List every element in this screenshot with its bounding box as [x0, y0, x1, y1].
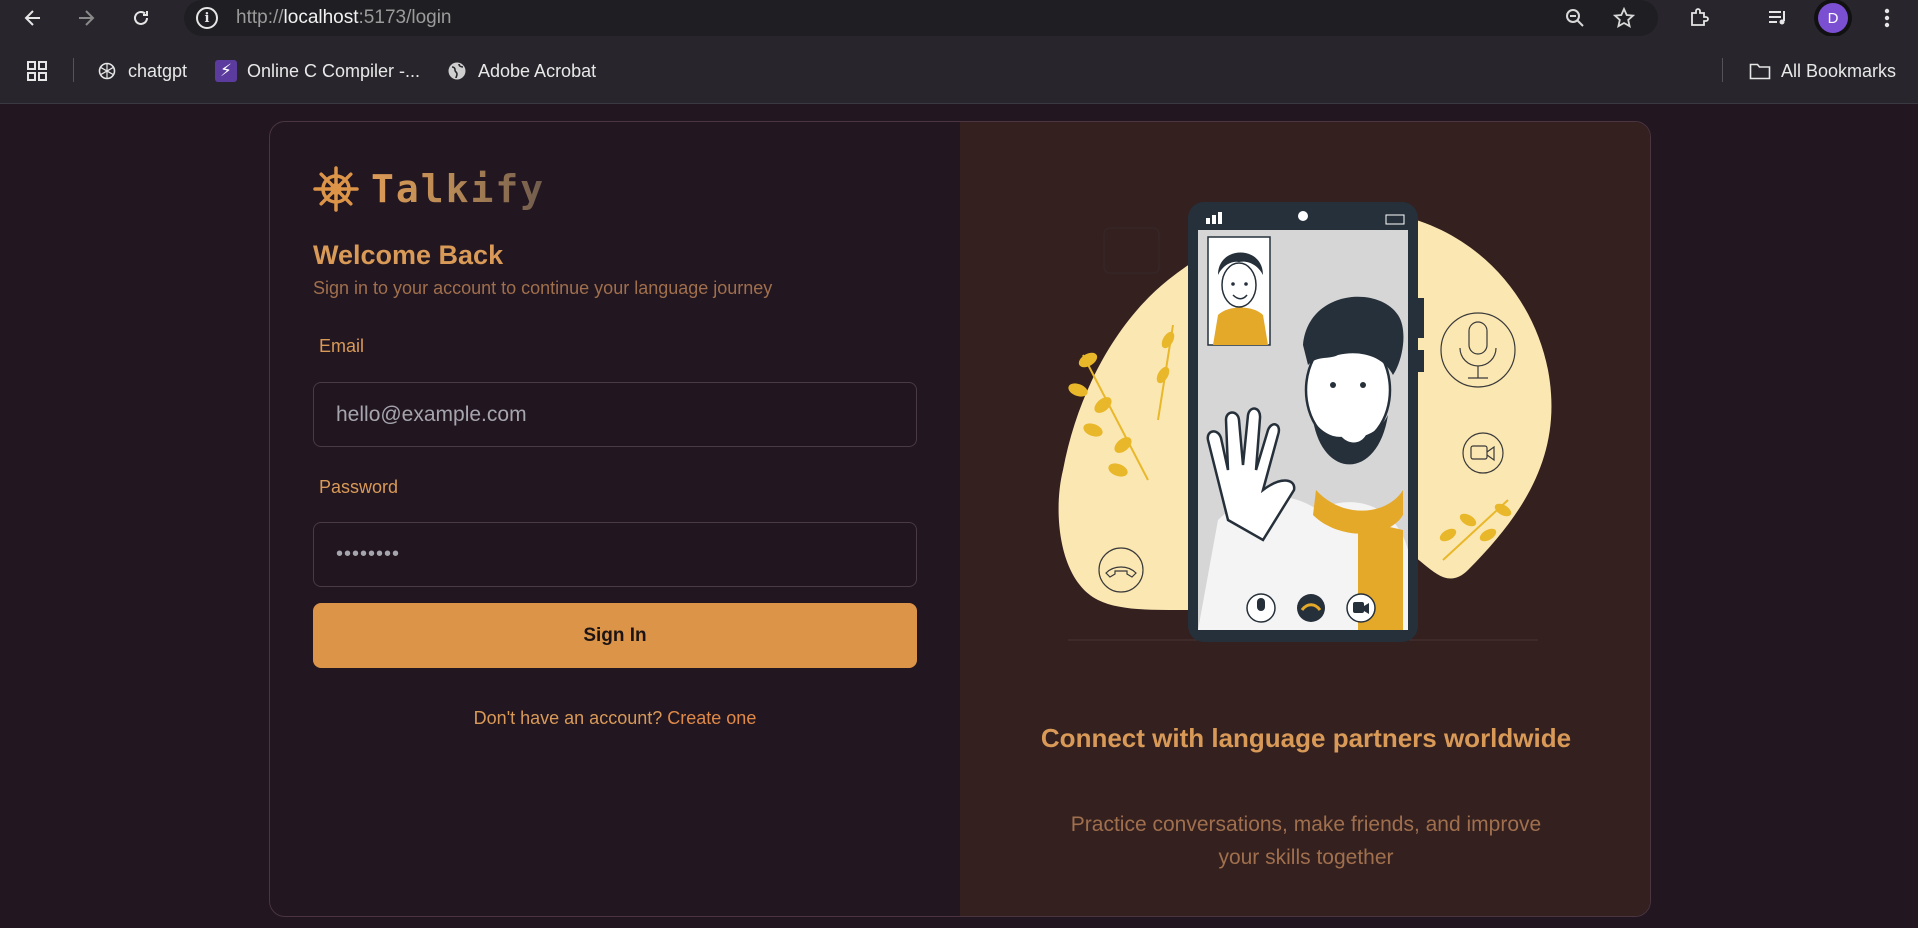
reload-button[interactable] — [127, 4, 155, 32]
globe-icon — [446, 60, 468, 82]
email-label: Email — [319, 336, 365, 356]
signup-prompt-text: Don't have an account? — [473, 708, 663, 728]
url-text[interactable]: http://localhost:5173/login — [236, 7, 452, 29]
browser-menu-icon[interactable] — [1873, 4, 1901, 32]
promo-panel: Connect with language partners worldwide… — [960, 122, 1650, 916]
bookmarks-divider — [73, 58, 74, 82]
promo-title: Connect with language partners worldwide — [1040, 723, 1572, 753]
login-card: Talkify Welcome Back Sign in to your acc… — [269, 121, 1651, 917]
password-label: Password — [319, 477, 399, 497]
site-info-icon[interactable]: i — [196, 7, 218, 29]
ship-wheel-icon — [313, 166, 359, 212]
page-subtitle: Sign in to your account to continue your… — [313, 278, 773, 298]
forward-button[interactable] — [72, 4, 100, 32]
zoom-icon[interactable] — [1562, 5, 1588, 31]
forward-arrow-icon — [79, 10, 95, 26]
apps-grid-icon — [27, 61, 47, 81]
all-bookmarks-label: All Bookmarks — [1781, 60, 1897, 81]
create-account-link[interactable]: Create one — [667, 708, 756, 728]
address-bar[interactable]: i http://localhost:5173/login — [184, 0, 1658, 36]
signup-prompt: Don't have an account? Create one — [270, 708, 960, 729]
sign-in-button[interactable]: Sign In — [313, 603, 917, 668]
bolt-icon: ⚡ — [215, 60, 237, 82]
chatgpt-icon — [96, 60, 118, 82]
bookmark-star-icon[interactable] — [1611, 5, 1637, 31]
video-call-illustration — [1058, 202, 1552, 642]
media-playlist-icon[interactable] — [1764, 4, 1792, 32]
bookmark-chatgpt[interactable]: chatgpt — [96, 60, 187, 82]
back-button[interactable] — [19, 4, 47, 32]
all-bookmarks-button[interactable]: All Bookmarks — [1749, 60, 1896, 82]
bookmark-label: chatgpt — [128, 60, 188, 81]
brand-name: Talkify — [371, 167, 546, 211]
profile-initial: D — [1827, 9, 1839, 27]
email-field[interactable] — [313, 382, 917, 447]
bookmark-label: Online C Compiler -... — [247, 60, 421, 81]
bookmark-online-c-compiler[interactable]: ⚡ Online C Compiler -... — [215, 60, 420, 82]
brand-logo: Talkify — [313, 166, 545, 212]
password-value: •••••••• — [336, 543, 401, 565]
promo-description: Practice conversations, make friends, an… — [1070, 813, 1542, 869]
back-arrow-icon — [24, 10, 40, 26]
folder-icon — [1749, 60, 1771, 82]
bookmark-adobe-acrobat[interactable]: Adobe Acrobat — [446, 60, 596, 82]
profile-avatar[interactable]: D — [1818, 3, 1848, 33]
bookmark-label: Adobe Acrobat — [478, 60, 597, 81]
reload-icon — [134, 10, 148, 25]
login-panel: Talkify Welcome Back Sign in to your acc… — [270, 122, 960, 916]
apps-button[interactable] — [26, 60, 48, 82]
bookmarks-divider — [1722, 58, 1723, 82]
extensions-icon[interactable] — [1685, 4, 1713, 32]
password-field[interactable]: •••••••• — [313, 522, 917, 587]
browser-toolbar: i http://localhost:5173/login D — [0, 0, 1918, 36]
bookmarks-bar: chatgpt ⚡ Online C Compiler -... Adobe A… — [0, 36, 1918, 104]
page-title: Welcome Back — [313, 240, 504, 270]
